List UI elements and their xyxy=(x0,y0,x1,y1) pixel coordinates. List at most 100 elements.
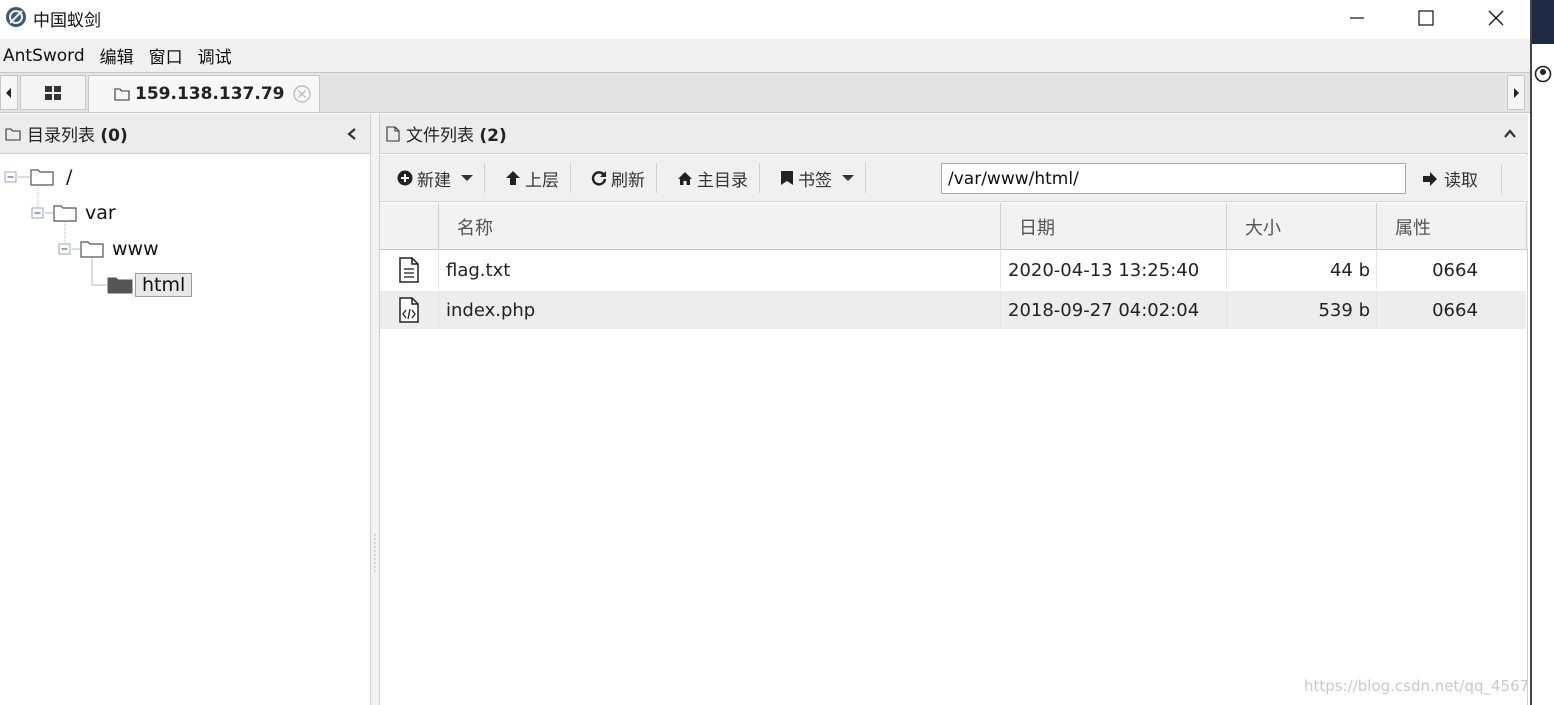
collapse-toggle-icon[interactable] xyxy=(4,170,18,184)
tab-shell[interactable]: 159.138.137.79 xyxy=(88,75,320,112)
file-name: flag.txt xyxy=(446,259,511,281)
bookmark-icon xyxy=(781,171,793,185)
home-icon xyxy=(678,171,692,185)
tree-node-var[interactable]: var xyxy=(31,200,116,226)
chevron-up-icon xyxy=(1504,129,1516,138)
grid-icon xyxy=(45,85,61,100)
collapse-toggle-icon[interactable] xyxy=(31,206,45,220)
tab-bar: 159.138.137.79 xyxy=(0,72,1530,113)
tree-connector xyxy=(45,212,53,214)
column-header-attr[interactable]: 属性 xyxy=(1376,203,1527,250)
file-pane-header: 文件列表 (2) xyxy=(380,114,1528,154)
tab-shell-label: 159.138.137.79 xyxy=(135,84,285,104)
tree-node-root[interactable]: / xyxy=(4,164,72,190)
folder-outline-icon xyxy=(80,241,104,258)
background-window-strip xyxy=(1532,0,1554,44)
file-name: index.php xyxy=(446,299,536,321)
file-grid-header: 名称 日期 大小 属性 xyxy=(380,203,1528,250)
refresh-button[interactable]: 刷新 xyxy=(571,155,656,202)
directory-pane: 目录列表 (0) / var www html xyxy=(0,114,370,705)
new-button[interactable]: 新建 xyxy=(380,155,484,202)
file-size: 539 b xyxy=(1318,299,1370,321)
file-pane: 文件列表 (2) 新建 上层 刷新 主目录 书签 /var/www/html/ … xyxy=(380,114,1528,705)
maximize-button[interactable] xyxy=(1391,0,1461,36)
tree-node-label: / xyxy=(66,166,73,188)
column-divider xyxy=(438,291,439,329)
folder-outline-icon xyxy=(114,88,130,101)
tree-node-label: www xyxy=(112,238,159,260)
column-divider xyxy=(1000,251,1001,289)
tree-connector xyxy=(18,176,30,178)
tab-home[interactable] xyxy=(20,75,86,110)
minimize-button[interactable] xyxy=(1322,0,1392,36)
column-divider xyxy=(438,251,439,289)
tree-node-html[interactable]: html xyxy=(107,272,193,298)
folder-outline-icon xyxy=(5,127,21,141)
menu-edit[interactable]: 编辑 xyxy=(97,43,143,68)
toolbar-separator xyxy=(865,163,866,193)
read-path-button[interactable]: 读取 xyxy=(1410,155,1490,202)
directory-pane-header: 目录列表 (0) xyxy=(0,114,370,154)
file-pane-title: 文件列表 (2) xyxy=(406,126,507,146)
menu-debug[interactable]: 调试 xyxy=(195,43,241,68)
chevron-left-icon xyxy=(347,128,356,140)
collapse-toggle-icon[interactable] xyxy=(58,242,72,256)
file-date: 2020-04-13 13:25:40 xyxy=(1008,259,1200,281)
window-titlebar: 中国蚁剑 xyxy=(0,0,1530,36)
collapse-file-pane-button[interactable] xyxy=(1500,124,1520,144)
arrow-right-icon xyxy=(1423,171,1437,186)
column-header-size[interactable]: 大小 xyxy=(1226,203,1376,250)
up-directory-button[interactable]: 上层 xyxy=(485,155,570,202)
maximize-icon xyxy=(1418,10,1434,26)
close-icon xyxy=(1488,10,1504,26)
tree-node-label-selected: html xyxy=(135,273,193,297)
splitter-grip-icon xyxy=(374,534,376,574)
column-divider xyxy=(1226,251,1227,289)
column-divider xyxy=(1376,291,1377,329)
file-date: 2018-09-27 04:02:04 xyxy=(1008,299,1200,321)
refresh-icon xyxy=(591,171,607,186)
caret-right-icon xyxy=(1514,87,1519,98)
background-window-edge xyxy=(1530,0,1554,705)
tab-close-icon[interactable] xyxy=(292,84,312,104)
tab-scroll-right-button[interactable] xyxy=(1507,75,1525,110)
tree-node-www[interactable]: www xyxy=(58,236,159,262)
file-size: 44 b xyxy=(1329,259,1370,281)
directory-pane-title: 目录列表 (0) xyxy=(27,126,128,146)
column-divider xyxy=(1376,251,1377,289)
tree-node-label: var xyxy=(85,202,116,224)
file-outline-icon xyxy=(386,125,400,142)
caret-left-icon xyxy=(6,87,11,98)
folder-outline-icon xyxy=(53,205,77,222)
path-input[interactable] xyxy=(941,163,1406,194)
column-divider xyxy=(1000,291,1001,329)
arrow-up-icon xyxy=(506,171,520,185)
menu-antsword[interactable]: AntSword xyxy=(0,46,94,66)
account-icon xyxy=(1534,65,1552,83)
collapse-left-pane-button[interactable] xyxy=(342,124,362,144)
home-directory-button[interactable]: 主目录 xyxy=(657,155,759,202)
tab-scroll-left-button[interactable] xyxy=(0,75,18,110)
column-divider xyxy=(1226,291,1227,329)
toolbar-separator xyxy=(1501,164,1502,194)
file-row[interactable]: flag.txt 2020-04-13 13:25:40 44 b 0664 xyxy=(380,251,1526,289)
column-header-name[interactable]: 名称 xyxy=(438,203,1000,250)
file-attr: 0664 xyxy=(1432,259,1478,281)
pane-splitter[interactable] xyxy=(370,114,380,705)
antsword-logo-icon xyxy=(6,7,26,27)
tree-connector xyxy=(72,248,80,250)
file-toolbar: 新建 上层 刷新 主目录 书签 /var/www/html/ 读取 xyxy=(380,155,1528,202)
folder-filled-icon xyxy=(107,277,133,294)
menu-window[interactable]: 窗口 xyxy=(146,43,192,68)
column-header-date[interactable]: 日期 xyxy=(1000,203,1226,250)
bookmark-button[interactable]: 书签 xyxy=(760,155,865,202)
file-row[interactable]: index.php 2018-09-27 04:02:04 539 b 0664 xyxy=(380,291,1526,329)
caret-down-icon xyxy=(842,175,854,181)
plus-circle-icon xyxy=(397,170,413,186)
code-file-icon xyxy=(396,291,422,329)
file-attr: 0664 xyxy=(1432,299,1478,321)
folder-outline-icon xyxy=(30,169,54,186)
minimize-icon xyxy=(1350,17,1364,19)
watermark-text: https://blog.csdn.net/qq_45671431 xyxy=(1304,677,1554,695)
close-window-button[interactable] xyxy=(1461,0,1531,36)
